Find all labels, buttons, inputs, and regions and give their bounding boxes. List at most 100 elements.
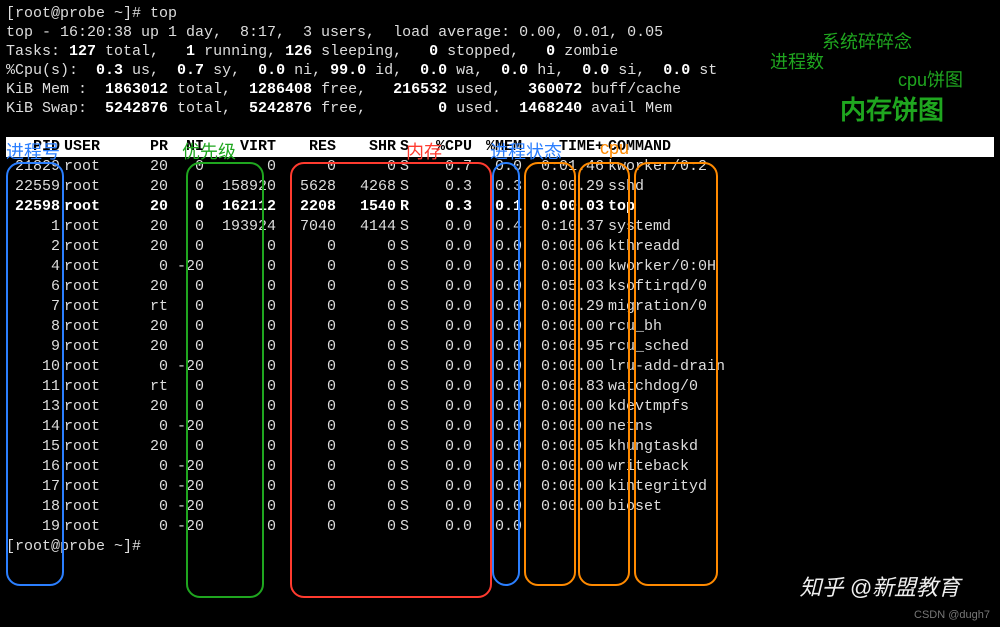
hdr-res: RES — [276, 137, 336, 157]
cell-user: root — [60, 157, 132, 177]
cell-pr: 0 — [132, 497, 168, 517]
cell-virt: 0 — [204, 377, 276, 397]
cell-virt: 162112 — [204, 197, 276, 217]
cell-pid: 18 — [6, 497, 60, 517]
cell-time: 0:00.00 — [522, 357, 604, 377]
annot-watermark: 知乎 @新盟教育 — [800, 570, 960, 602]
cell-res: 0 — [276, 157, 336, 177]
cell-mem: 0.0 — [472, 317, 522, 337]
top-summary-swap: KiB Swap: 5242876 total, 5242876 free, 0… — [6, 99, 994, 118]
cell-s: S — [396, 517, 420, 537]
cell-pr: 20 — [132, 177, 168, 197]
cell-user: root — [60, 177, 132, 197]
cell-cpu: 0.0 — [420, 437, 472, 457]
cell-user: root — [60, 217, 132, 237]
cell-pr: 20 — [132, 317, 168, 337]
cell-pid: 8 — [6, 317, 60, 337]
cell-ni: -20 — [168, 477, 204, 497]
cell-virt: 193924 — [204, 217, 276, 237]
cell-time: 0:00.00 — [522, 317, 604, 337]
cell-pid: 11 — [6, 377, 60, 397]
cell-time: 0:00.00 — [522, 457, 604, 477]
cell-s: S — [396, 157, 420, 177]
cell-s: S — [396, 297, 420, 317]
cell-user: root — [60, 457, 132, 477]
cell-s: S — [396, 317, 420, 337]
cell-ni: -20 — [168, 417, 204, 437]
cell-user: root — [60, 357, 132, 377]
top-summary-cpu: %Cpu(s): 0.3 us, 0.7 sy, 0.0 ni, 99.0 id… — [6, 61, 994, 80]
cell-time: 0:00.00 — [522, 397, 604, 417]
cell-ni: 0 — [168, 277, 204, 297]
cell-cmd: ksoftirqd/0 — [604, 277, 994, 297]
cell-pr: 20 — [132, 277, 168, 297]
cell-ni: 0 — [168, 217, 204, 237]
cell-user: root — [60, 297, 132, 317]
table-row: 16root0-20000S0.00.00:00.00writeback — [6, 457, 994, 477]
cell-shr: 0 — [336, 157, 396, 177]
cell-s: S — [396, 377, 420, 397]
cell-user: root — [60, 197, 132, 217]
cell-res: 0 — [276, 277, 336, 297]
cell-res: 0 — [276, 437, 336, 457]
cell-cmd: sshd — [604, 177, 994, 197]
cell-user: root — [60, 337, 132, 357]
cell-ni: 0 — [168, 337, 204, 357]
cell-pid: 21829 — [6, 157, 60, 177]
cell-time: 0:01.46 — [522, 157, 604, 177]
cell-cmd: kworker/0:2 — [604, 157, 994, 177]
cell-mem: 0.0 — [472, 297, 522, 317]
cell-cpu: 0.0 — [420, 357, 472, 377]
cell-time: 0:00.00 — [522, 417, 604, 437]
cell-pid: 4 — [6, 257, 60, 277]
cell-user: root — [60, 517, 132, 537]
top-summary-line1: top - 16:20:38 up 1 day, 8:17, 3 users, … — [6, 23, 994, 42]
cell-pr: 0 — [132, 417, 168, 437]
cell-pr: 20 — [132, 397, 168, 417]
cell-pid: 16 — [6, 457, 60, 477]
cell-ni: 0 — [168, 317, 204, 337]
cell-ni: 0 — [168, 177, 204, 197]
cell-cpu: 0.0 — [420, 277, 472, 297]
cell-virt: 0 — [204, 397, 276, 417]
cell-virt: 0 — [204, 337, 276, 357]
cell-mem: 0.0 — [472, 237, 522, 257]
cell-virt: 0 — [204, 157, 276, 177]
cell-res: 0 — [276, 257, 336, 277]
hdr-mem: %MEM — [472, 137, 522, 157]
cell-ni: 0 — [168, 397, 204, 417]
cell-cmd: top — [604, 197, 994, 217]
hdr-cpu: %CPU — [420, 137, 472, 157]
cell-user: root — [60, 437, 132, 457]
table-row: 17root0-20000S0.00.00:00.00kintegrityd — [6, 477, 994, 497]
cell-pr: 0 — [132, 257, 168, 277]
cell-cmd: migration/0 — [604, 297, 994, 317]
cell-s: S — [396, 217, 420, 237]
cell-time: 0:00.00 — [522, 497, 604, 517]
cell-res: 5628 — [276, 177, 336, 197]
table-row: 8root200000S0.00.00:00.00rcu_bh — [6, 317, 994, 337]
cell-pr: 0 — [132, 477, 168, 497]
cell-res: 0 — [276, 357, 336, 377]
cell-cpu: 0.7 — [420, 157, 472, 177]
table-row: 4root0-20000S0.00.00:00.00kworker/0:0H — [6, 257, 994, 277]
cell-shr: 0 — [336, 357, 396, 377]
cell-pid: 9 — [6, 337, 60, 357]
cell-mem: 0.0 — [472, 457, 522, 477]
cell-pid: 22598 — [6, 197, 60, 217]
cell-virt: 158920 — [204, 177, 276, 197]
cell-cpu: 0.0 — [420, 497, 472, 517]
cell-time: 0:00.06 — [522, 237, 604, 257]
cell-mem: 0.0 — [472, 257, 522, 277]
cell-pr: 20 — [132, 217, 168, 237]
cell-cmd: netns — [604, 417, 994, 437]
cell-s: S — [396, 497, 420, 517]
prompt-line-end: [root@probe ~]# — [6, 537, 994, 556]
hdr-time: TIME+ — [522, 137, 604, 157]
hdr-cmd: COMMAND — [604, 137, 994, 157]
table-row: 15root200000S0.00.00:00.05khungtaskd — [6, 437, 994, 457]
cell-virt: 0 — [204, 477, 276, 497]
cell-pid: 15 — [6, 437, 60, 457]
cell-ni: -20 — [168, 497, 204, 517]
terminal-window[interactable]: [root@probe ~]# top top - 16:20:38 up 1 … — [0, 0, 1000, 560]
